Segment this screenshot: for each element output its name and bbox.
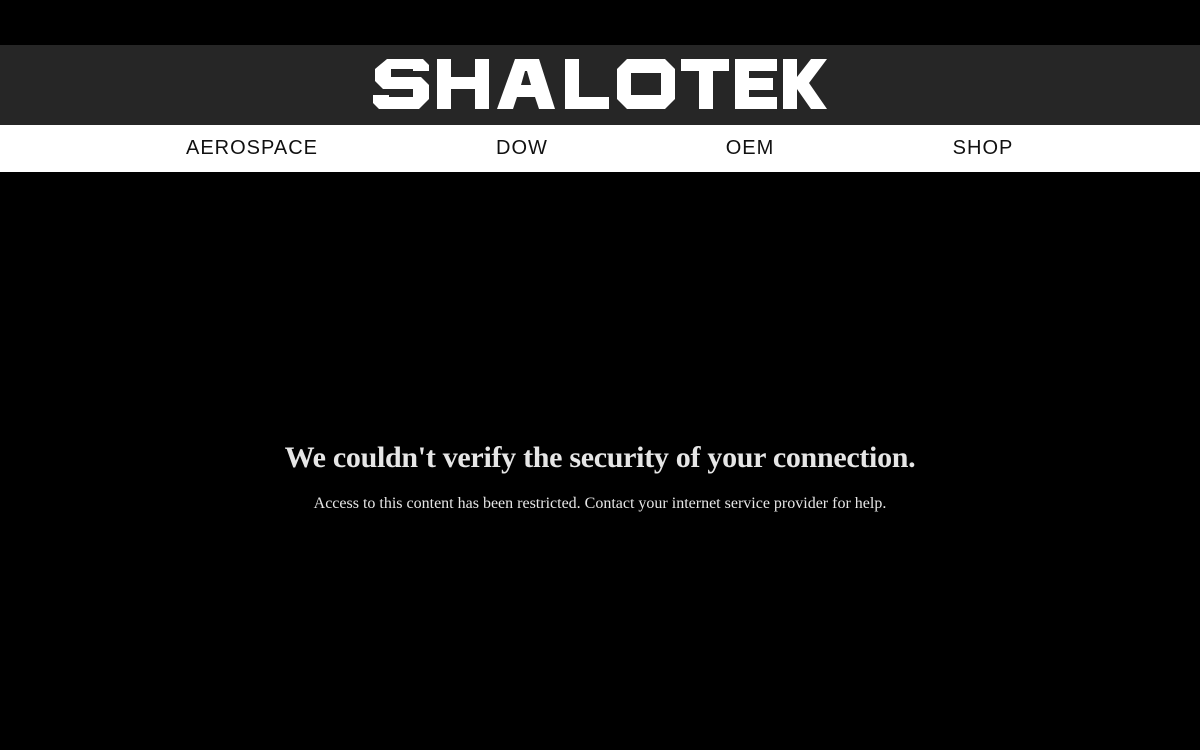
- nav-item-dow[interactable]: DOW: [496, 125, 548, 172]
- logo-header: [0, 45, 1200, 125]
- top-strip: [0, 0, 1200, 45]
- error-message-block: We couldn't verify the security of your …: [0, 438, 1200, 514]
- nav-item-aerospace[interactable]: AEROSPACE: [186, 125, 318, 172]
- main-content: We couldn't verify the security of your …: [0, 172, 1200, 750]
- nav-item-shop[interactable]: SHOP: [953, 125, 1014, 172]
- main-nav: AEROSPACE DOW OEM SHOP: [0, 125, 1200, 172]
- shalotek-logo-icon: [373, 59, 827, 109]
- brand-logo[interactable]: [373, 59, 827, 111]
- nav-item-oem[interactable]: OEM: [726, 125, 775, 172]
- error-title: We couldn't verify the security of your …: [284, 441, 916, 474]
- error-description: Access to this content has been restrict…: [313, 495, 887, 512]
